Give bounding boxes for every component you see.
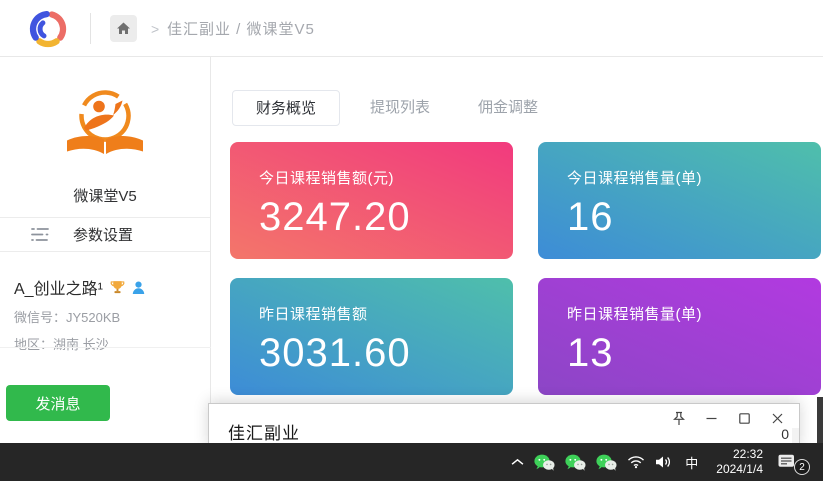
stat-card-grid: 今日课程销售额(元) 3247.20 今日课程销售量(单) 16 昨日课程销售额… (230, 142, 821, 395)
pin-button[interactable] (662, 407, 695, 429)
stat-label: 今日课程销售量(单) (567, 167, 821, 188)
person-icon (132, 281, 145, 294)
top-header: > 佳汇副业 / 微课堂V5 (0, 0, 823, 57)
trophy-icon (110, 280, 125, 295)
brand-swirl-logo (25, 6, 71, 57)
volume-button[interactable] (655, 443, 672, 481)
tab-bar: 财务概览 提现列表 佣金调整 (232, 90, 568, 126)
wechat-tray-icon-2[interactable] (565, 443, 586, 481)
divider (0, 347, 211, 348)
stat-value: 13 (567, 331, 821, 376)
sidebar-item-label: 参数设置 (73, 224, 133, 245)
list-icon (30, 227, 50, 242)
breadcrumb-chevron-icon: > (151, 0, 159, 57)
pin-icon (672, 411, 686, 426)
breadcrumb[interactable]: 佳汇副业 / 微课堂V5 (167, 0, 315, 57)
stat-label: 今日课程销售额(元) (259, 167, 513, 188)
background-window-edge (817, 397, 823, 444)
user-region: 地区：湖南 长沙 (14, 334, 202, 353)
user-name: A_创业之路¹ (14, 275, 103, 299)
minimize-icon (706, 413, 717, 424)
stat-label: 昨日课程销售额 (259, 303, 513, 324)
ime-indicator[interactable]: 中 (682, 443, 701, 481)
stat-value: 16 (567, 195, 821, 240)
home-icon (116, 21, 131, 36)
tab-withdraw-list[interactable]: 提现列表 (352, 90, 448, 126)
window-controls (662, 407, 794, 429)
close-icon (772, 413, 783, 424)
taskbar-date: 2024/1/4 (716, 462, 763, 477)
stat-label: 昨日课程销售量(单) (567, 303, 821, 324)
app-name: 微课堂V5 (0, 185, 210, 206)
close-button[interactable] (761, 407, 794, 429)
maximize-button[interactable] (728, 407, 761, 429)
wechat-tray-icon-3[interactable] (596, 443, 617, 481)
network-button[interactable] (627, 443, 645, 481)
notification-center-button[interactable]: 2 (778, 443, 810, 481)
chevron-up-icon (511, 458, 524, 466)
window-title: 佳汇副业 (228, 419, 300, 444)
screen: > 佳汇副业 / 微课堂V5 微课堂V5 参数设置 (0, 0, 823, 481)
taskbar-clock[interactable]: 22:32 2024/1/4 (711, 447, 768, 477)
divider (90, 13, 91, 44)
sidebar-item-settings[interactable]: 参数设置 (0, 217, 210, 252)
minimize-button[interactable] (695, 407, 728, 429)
tab-finance-overview[interactable]: 财务概览 (232, 90, 340, 126)
home-button[interactable] (110, 15, 137, 42)
stat-card-yesterday-sales-count: 昨日课程销售量(单) 13 (538, 278, 821, 395)
send-message-button[interactable]: 发消息 (6, 385, 110, 421)
show-hidden-icons-button[interactable] (511, 443, 524, 481)
wifi-icon (627, 455, 645, 469)
notification-icon (778, 454, 795, 469)
maximize-icon (739, 413, 750, 424)
wechat-icon (596, 454, 617, 471)
taskbar-time: 22:32 (716, 447, 763, 462)
stat-card-today-sales-amount: 今日课程销售额(元) 3247.20 (230, 142, 513, 259)
notification-badge: 2 (794, 459, 810, 475)
stat-card-today-sales-count: 今日课程销售量(单) 16 (538, 142, 821, 259)
user-info: A_创业之路¹ 微信号：JY520KB 地区：湖南 长沙 (14, 275, 202, 353)
stat-value: 3031.60 (259, 331, 513, 376)
org-logo (60, 85, 150, 168)
stat-card-yesterday-sales-amount: 昨日课程销售额 3031.60 (230, 278, 513, 395)
volume-icon (655, 455, 672, 469)
tab-commission-adjust[interactable]: 佣金调整 (460, 90, 556, 126)
stat-value: 3247.20 (259, 195, 513, 240)
taskbar: 中 22:32 2024/1/4 2 (0, 443, 823, 481)
wechat-tray-icon-1[interactable] (534, 443, 555, 481)
user-wechat-id: 微信号：JY520KB (14, 307, 202, 326)
sidebar: 微课堂V5 参数设置 A_创业之路¹ (0, 57, 211, 481)
wechat-icon (565, 454, 586, 471)
wechat-icon (534, 454, 555, 471)
window-partial-text: 0 (781, 426, 789, 442)
